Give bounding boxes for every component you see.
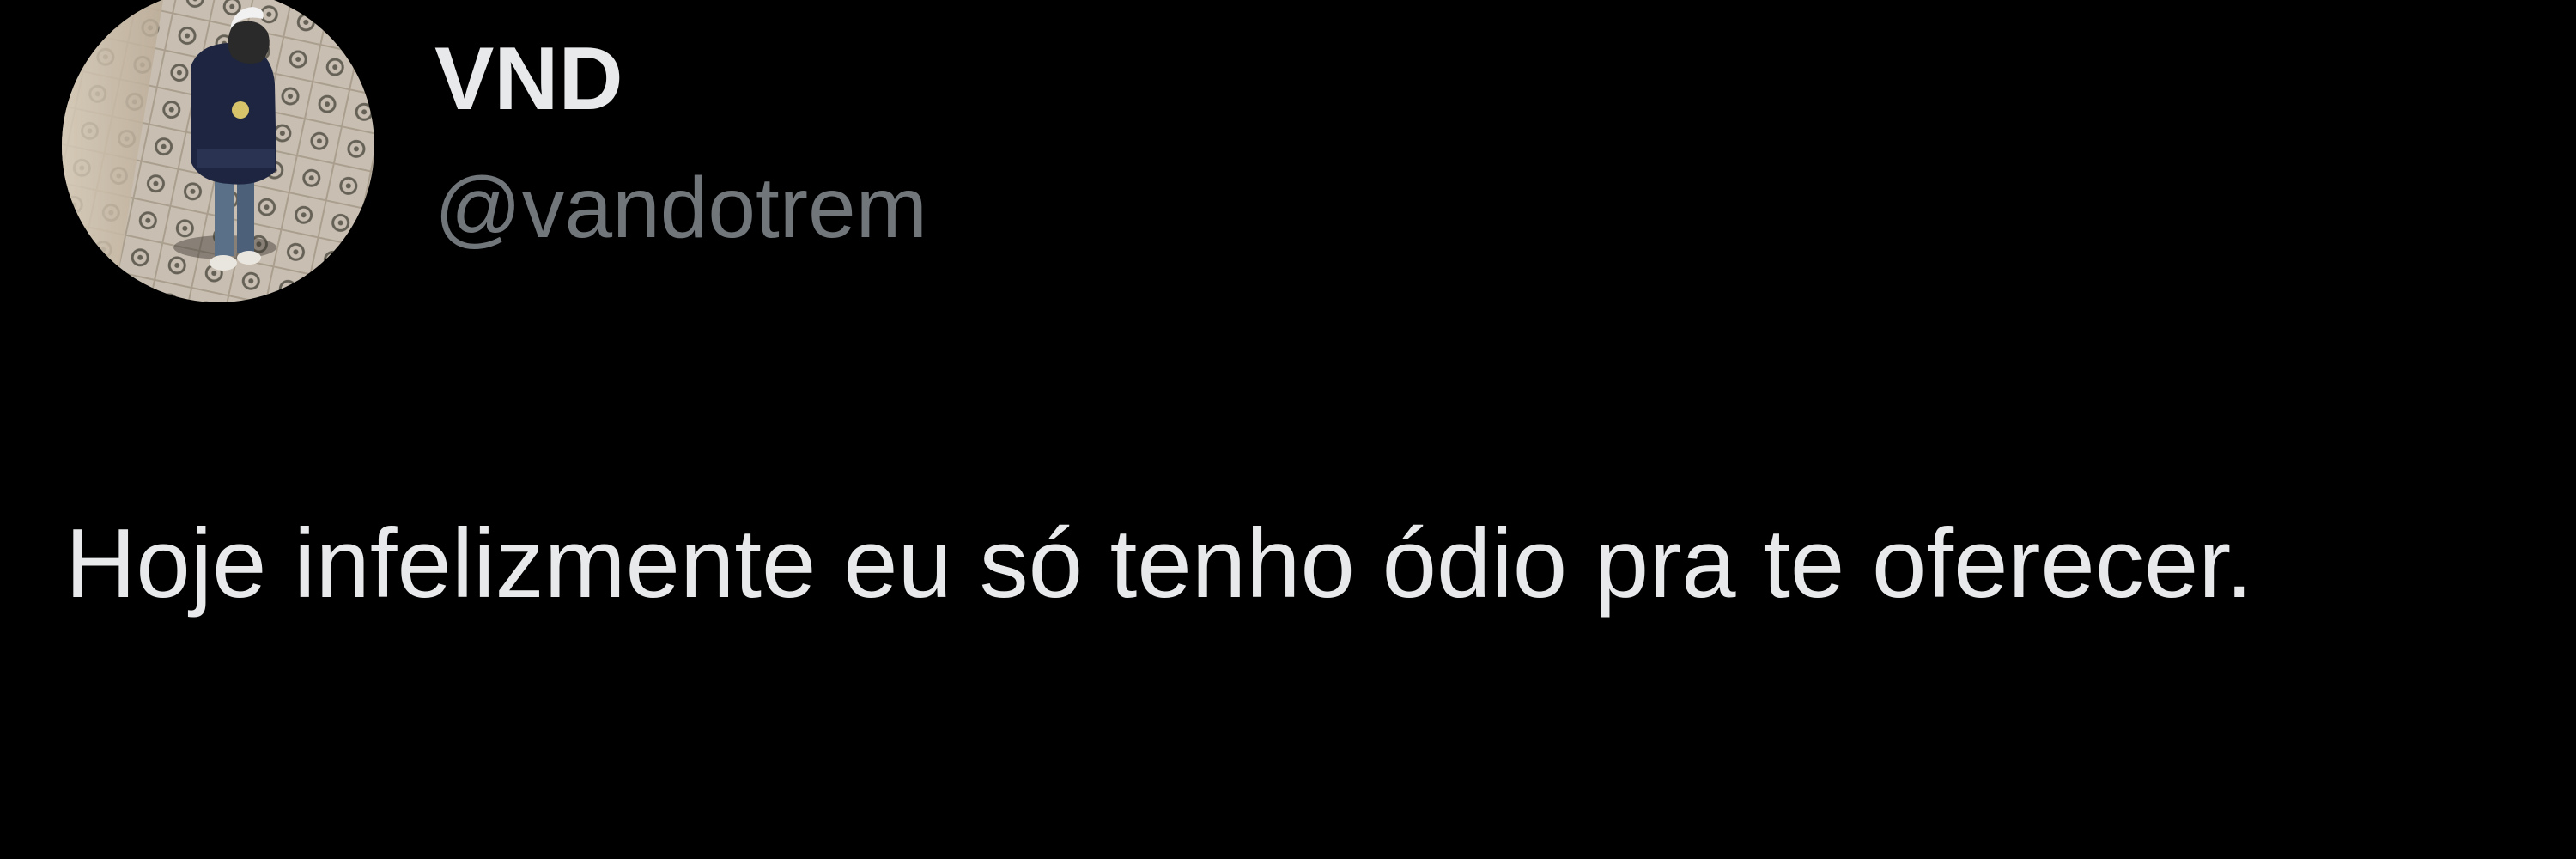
author-display-name[interactable]: VND <box>434 26 623 133</box>
tweet-text: Hoje infelizmente eu só tenho ódio pra t… <box>65 509 2253 618</box>
tweet-card: VND @vandotrem Hoje infelizmente eu só t… <box>0 0 2576 859</box>
avatar-image <box>62 0 374 302</box>
author-handle[interactable]: @vandotrem <box>434 156 927 259</box>
avatar[interactable] <box>62 0 374 302</box>
